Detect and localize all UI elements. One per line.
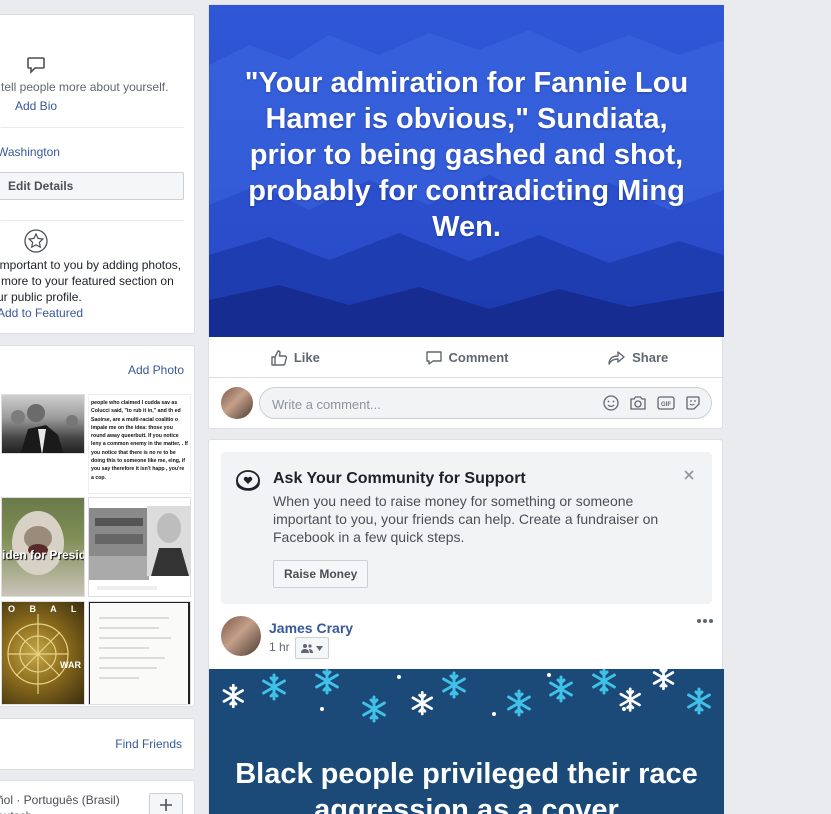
comment-button[interactable]: Comment	[381, 338, 553, 377]
add-photo-link[interactable]: Add Photo	[128, 363, 184, 377]
heart-coin-icon	[235, 468, 261, 492]
comment-label: Comment	[448, 350, 509, 365]
post-card: "Your admiration for Fannie Lou Hamer is…	[208, 4, 724, 429]
camera-icon[interactable]	[629, 395, 647, 411]
fundraiser-prompt: Ask Your Community for Support When you …	[221, 452, 712, 604]
share-button[interactable]: Share	[552, 338, 724, 377]
languages-card: ñol · Português (Brasil) eutsch	[0, 780, 195, 814]
war-caption: WAR	[60, 660, 81, 670]
fundraiser-title: Ask Your Community for Support	[273, 470, 526, 487]
photo-thumbnail[interactable]: people who claimed I cudda sav as Colucc…	[88, 394, 191, 494]
photo-thumbnail[interactable]	[88, 601, 191, 705]
intro-card: tell people more about yourself. Add Bio…	[0, 14, 195, 334]
like-button[interactable]: Like	[209, 338, 381, 377]
avatar	[221, 387, 253, 419]
sticker-icon[interactable]	[685, 395, 701, 411]
share-label: Share	[632, 350, 669, 365]
war-caption-top: O B A L	[8, 604, 83, 614]
speech-bubble-icon	[26, 55, 46, 75]
featured-text-2: more to your featured section on	[1, 274, 174, 288]
edit-details-button[interactable]: Edit Details	[0, 172, 184, 200]
add-bio-link[interactable]: Add Bio	[15, 99, 57, 113]
language-links[interactable]: ñol · Português (Brasil)	[0, 793, 120, 807]
photo-thumbnail[interactable]	[88, 497, 191, 597]
author-name[interactable]: James Crary	[269, 620, 353, 636]
raise-money-label: Raise Money	[284, 567, 358, 581]
edit-details-label: Edit Details	[8, 179, 74, 193]
comment-icon	[425, 350, 442, 365]
find-friends-link[interactable]: Find Friends	[115, 737, 182, 751]
audience-selector[interactable]	[295, 637, 329, 659]
add-language-button[interactable]	[149, 793, 183, 814]
add-to-featured-link[interactable]: Add to Featured	[0, 306, 83, 320]
author-avatar[interactable]	[221, 616, 261, 656]
quote-text: "Your admiration for Fannie Lou Hamer is…	[244, 67, 689, 243]
close-icon[interactable]	[684, 470, 694, 480]
thumbs-up-icon	[271, 349, 287, 366]
share-icon	[608, 350, 625, 365]
photo-thumbnail[interactable]: iden for Preside	[1, 497, 85, 597]
star-icon	[24, 229, 48, 253]
post-time[interactable]: 1 hr	[269, 640, 290, 654]
svg-text:GIF: GIF	[661, 402, 671, 408]
photos-card: Add Photo people who claimed I cudda sav…	[0, 345, 195, 707]
location-link[interactable]: Washington	[0, 145, 60, 159]
quote-image[interactable]: "Your admiration for Fannie Lou Hamer is…	[209, 5, 724, 337]
post-image[interactable]: Black people privileged their race aggre…	[209, 669, 724, 814]
bio-prompt: tell people more about yourself.	[1, 80, 169, 94]
language-more[interactable]: eutsch	[0, 809, 32, 814]
chevron-down-icon	[316, 645, 323, 651]
post-card: Ask Your Community for Support When you …	[208, 439, 724, 814]
post-actions: Like Comment Share	[209, 338, 724, 378]
plus-icon	[160, 799, 172, 811]
friends-icon	[301, 644, 313, 653]
like-label: Like	[293, 350, 320, 365]
more-options-icon[interactable]	[696, 618, 714, 624]
languages-list: ñol · Português (Brasil)	[0, 793, 120, 807]
post-image-text: Black people privileged their race aggre…	[235, 758, 698, 814]
photo-thumbnail[interactable]	[1, 394, 85, 454]
comment-placeholder: Write a comment...	[272, 397, 381, 412]
photo-thumbnail[interactable]: O B A L WAR	[1, 601, 85, 705]
comment-composer: Write a comment... GIF	[221, 386, 712, 420]
biden-caption: iden for Preside	[2, 548, 85, 562]
featured-text-1: important to you by adding photos,	[0, 258, 182, 272]
featured-text-3: ur public profile.	[0, 290, 82, 304]
comment-input[interactable]: Write a comment... GIF	[259, 387, 712, 419]
raise-money-button[interactable]: Raise Money	[273, 560, 369, 588]
gif-icon[interactable]: GIF	[657, 395, 675, 411]
emoji-icon[interactable]	[603, 395, 619, 411]
meme-text: people who claimed I cudda sav as Colucc…	[91, 400, 188, 481]
friends-card: Find Friends	[0, 718, 195, 770]
fundraiser-body: When you need to raise money for somethi…	[273, 493, 659, 545]
